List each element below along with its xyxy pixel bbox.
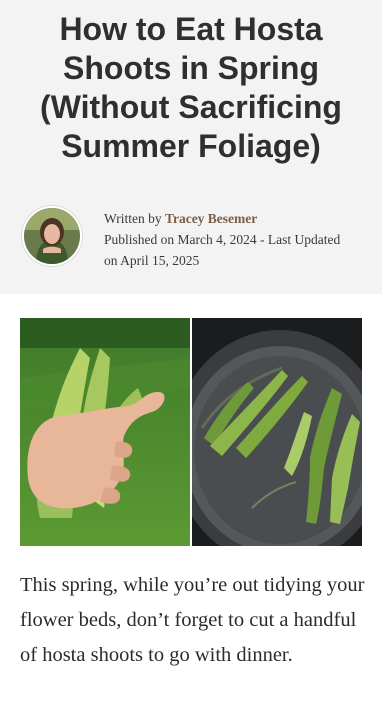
byline-meta: Written by Tracey Besemer Published on M… [104,208,344,271]
byline: Written by Tracey Besemer Published on M… [22,206,344,271]
author-line: Written by Tracey Besemer [104,208,344,229]
written-by-label: Written by [104,211,165,226]
author-avatar[interactable] [22,206,82,266]
article-header: How to Eat Hosta Shoots in Spring (Witho… [0,0,382,294]
hosta-shoots-in-skillet-photo [192,318,362,546]
author-link[interactable]: Tracey Besemer [165,211,257,226]
article-title: How to Eat Hosta Shoots in Spring (Witho… [40,11,342,164]
featured-image [20,318,362,546]
publish-date: Published on March 4, 2024 - Last Update… [104,232,341,268]
hand-holding-hosta-shoots-photo [20,318,190,546]
article-lead-paragraph: This spring, while you’re out tidying yo… [20,574,365,666]
